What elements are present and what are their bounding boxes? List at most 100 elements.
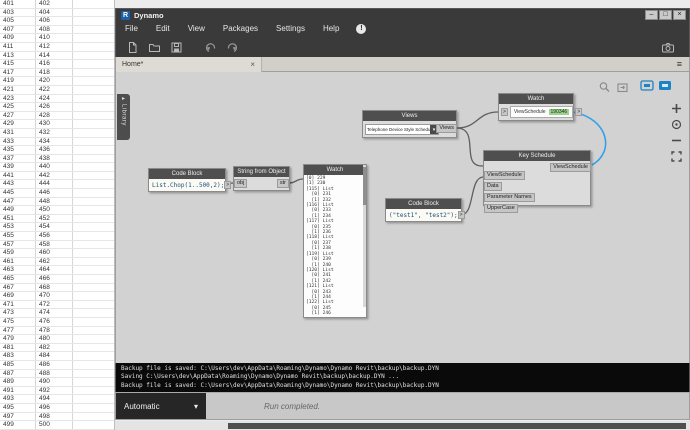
spreadsheet-cell[interactable] [73,352,114,360]
spreadsheet-cell[interactable] [73,395,114,403]
spreadsheet-cell[interactable]: 487 [0,369,36,378]
spreadsheet-cell[interactable] [73,275,114,283]
spreadsheet-cell[interactable]: 498 [36,412,73,421]
input-port[interactable]: obj [234,179,248,188]
spreadsheet-cell[interactable]: 414 [36,51,73,60]
spreadsheet-cell[interactable]: 489 [0,378,36,386]
node-key-schedule[interactable]: Key Schedule ViewSchedule Data Parameter… [483,150,591,213]
spreadsheet-cell[interactable]: 480 [36,335,73,343]
spreadsheet-cell[interactable]: 474 [36,309,73,317]
minimize-button[interactable]: – [645,10,658,20]
spreadsheet-cell[interactable] [73,335,114,343]
run-mode-dropdown[interactable]: Automatic ▾ [116,393,206,419]
spreadsheet-cell[interactable]: 404 [36,8,73,17]
spreadsheet-cell[interactable] [73,163,114,171]
spreadsheet-cell[interactable]: 490 [36,378,73,386]
spreadsheet-cell[interactable]: 466 [36,275,73,283]
spreadsheet-cell[interactable] [73,120,114,128]
spreadsheet-cell[interactable]: 500 [36,421,73,429]
spreadsheet-cell[interactable]: 442 [36,171,73,180]
spreadsheet-cell[interactable]: 427 [0,111,36,120]
graph-view-toggle-icon[interactable] [640,80,654,92]
export-image-camera-icon[interactable] [661,40,675,54]
output-port[interactable]: ViewSchedule [550,163,591,172]
spreadsheet-cell[interactable]: 485 [0,360,36,369]
spreadsheet-cell[interactable]: 447 [0,197,36,206]
save-icon[interactable] [169,40,183,54]
node-views[interactable]: Views Telephone Device Style Schedule ▾ … [362,110,457,138]
spreadsheet-cell[interactable]: 482 [36,343,73,352]
zoom-out-button[interactable] [670,134,683,147]
spreadsheet-cell[interactable]: 407 [0,25,36,34]
spreadsheet-cell[interactable] [73,378,114,386]
spreadsheet-cell[interactable]: 423 [0,94,36,103]
spreadsheet-cell[interactable]: 488 [36,369,73,378]
watch-scrollbar[interactable] [363,165,366,307]
spreadsheet-cell[interactable]: 434 [36,137,73,146]
node-header[interactable]: String from Object [234,167,289,177]
spreadsheet-cell[interactable]: 468 [36,283,73,292]
menu-item[interactable]: Settings [267,21,314,37]
spreadsheet-cell[interactable]: 446 [36,189,73,197]
spreadsheet-cell[interactable]: 476 [36,317,73,326]
spreadsheet-cell[interactable]: 436 [36,146,73,154]
spreadsheet-cell[interactable]: 481 [0,343,36,352]
spreadsheet-cell[interactable] [73,138,114,146]
spreadsheet-cell[interactable] [73,95,114,103]
horizontal-scrollbar-thumb[interactable] [228,423,686,429]
spreadsheet-cell[interactable] [73,52,114,60]
zoom-in-button[interactable] [670,102,683,115]
spreadsheet-cell[interactable] [73,69,114,77]
spreadsheet-cell[interactable]: 457 [0,240,36,249]
spreadsheet-cell[interactable] [73,189,114,197]
spreadsheet-cell[interactable]: 486 [36,360,73,369]
spreadsheet-cell[interactable]: 478 [36,326,73,335]
spreadsheet-cell[interactable]: 416 [36,60,73,68]
spreadsheet-cell[interactable]: 430 [36,120,73,128]
spreadsheet-cell[interactable] [73,60,114,68]
node-code-block-2[interactable]: Code Block ("test1", "test2"); > [385,198,465,222]
input-port[interactable]: > [501,108,508,116]
spreadsheet-cell[interactable]: 494 [36,395,73,403]
spreadsheet-cell[interactable]: 477 [0,326,36,335]
tab-home[interactable]: Home* × [116,56,262,72]
spreadsheet-cell[interactable] [73,112,114,120]
spreadsheet-cell[interactable]: 441 [0,171,36,180]
spreadsheet-cell[interactable] [73,232,114,240]
spreadsheet-cell[interactable] [73,155,114,163]
spreadsheet-cell[interactable]: 483 [0,352,36,360]
menu-item[interactable]: View [179,21,214,37]
menu-item[interactable]: File [116,21,147,37]
spreadsheet-cell[interactable]: 435 [0,146,36,154]
spreadsheet-cell[interactable]: 431 [0,128,36,137]
spreadsheet-cell[interactable]: 493 [0,395,36,403]
spreadsheet-cell[interactable] [73,223,114,231]
notifications-icon[interactable]: ! [356,24,367,34]
undo-icon[interactable] [203,40,217,54]
node-header[interactable]: Watch [499,94,573,104]
spreadsheet-cell[interactable] [73,266,114,274]
spreadsheet-cell[interactable]: 471 [0,300,36,309]
spreadsheet-cell[interactable] [73,309,114,317]
export-workspace-icon[interactable] [616,81,630,94]
spreadsheet-cell[interactable]: 433 [0,137,36,146]
spreadsheet-cell[interactable]: 450 [36,206,73,214]
spreadsheet-cell[interactable]: 499 [0,421,36,429]
output-port[interactable]: > [457,211,465,219]
spreadsheet-cell[interactable]: 419 [0,77,36,85]
spreadsheet-cell[interactable] [73,413,114,421]
pan-target-button[interactable] [670,118,683,131]
spreadsheet-cell[interactable]: 484 [36,352,73,360]
spreadsheet-cell[interactable] [73,344,114,352]
spreadsheet-cell[interactable]: 465 [0,275,36,283]
spreadsheet-cell[interactable]: 412 [36,42,73,51]
spreadsheet-cell[interactable] [73,77,114,85]
output-port[interactable]: Views [436,124,457,133]
spreadsheet-cell[interactable] [73,43,114,51]
spreadsheet-cell[interactable]: 463 [0,266,36,274]
spreadsheet-cell[interactable]: 428 [36,111,73,120]
spreadsheet-cell[interactable]: 449 [0,206,36,214]
redo-icon[interactable] [225,40,239,54]
spreadsheet-cell[interactable]: 451 [0,214,36,223]
spreadsheet-cell[interactable] [73,241,114,249]
